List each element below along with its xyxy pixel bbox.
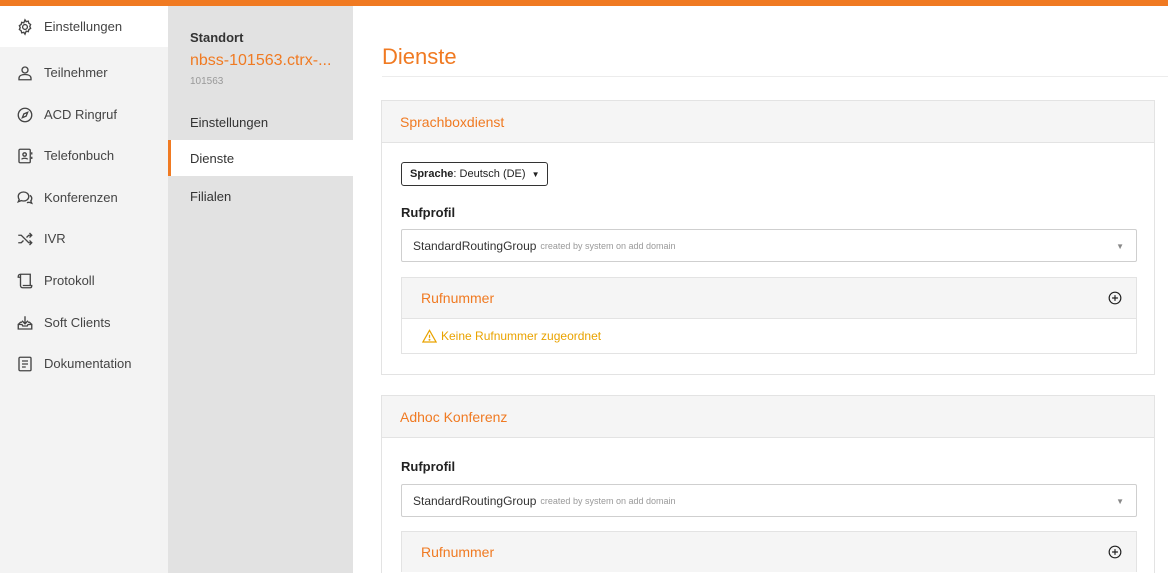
rufprofil-meta: created by system on add domain xyxy=(540,495,676,506)
nav-item-acd-ringruf[interactable]: ACD Ringruf xyxy=(0,94,168,135)
location-menu-einstellungen[interactable]: Einstellungen xyxy=(168,104,353,140)
nav-item-label: Telefonbuch xyxy=(44,148,115,163)
panel-title: Sprachboxdienst xyxy=(382,101,1154,143)
no-number-warning: Keine Rufnummer zugeordnet xyxy=(441,329,602,343)
nav-item-soft-clients[interactable]: Soft Clients xyxy=(0,302,168,343)
nav-item-label: Dokumentation xyxy=(44,356,132,371)
add-circle-icon[interactable] xyxy=(1106,543,1124,561)
page-title: Dienste xyxy=(382,44,457,69)
location-sidebar: Standort nbss-101563.ctrx-... 101563 Ein… xyxy=(168,6,353,573)
chat-bubbles-icon xyxy=(14,187,36,209)
shuffle-icon xyxy=(14,228,36,250)
nav-item-teilnehmer[interactable]: Teilnehmer xyxy=(0,52,168,93)
rufnummer-title: Rufnummer xyxy=(421,290,495,306)
language-value: : Deutsch (DE) xyxy=(453,168,526,180)
nav-item-ivr[interactable]: IVR xyxy=(0,218,168,259)
nav-item-dokumentation[interactable]: Dokumentation xyxy=(0,343,168,384)
chevron-down-icon: ▼ xyxy=(1116,242,1124,251)
title-divider xyxy=(382,76,1168,77)
add-circle-icon[interactable] xyxy=(1106,289,1124,307)
rufprofil-value: StandardRoutingGroup xyxy=(413,493,537,508)
rufnummer-title: Rufnummer xyxy=(421,544,495,560)
contact-book-icon xyxy=(14,145,36,167)
rufnummer-empty-state: Keine Rufnummer zugeordnet xyxy=(402,318,1136,353)
nav-item-konferenzen[interactable]: Konferenzen xyxy=(0,177,168,218)
location-id: 101563 xyxy=(190,76,224,87)
download-tray-icon xyxy=(14,312,36,334)
rufnummer-subpanel: Rufnummer Keine Rufnummer zugeordnet xyxy=(401,277,1137,354)
main-content: Dienste Sprachboxdienst Sprache : Deutsc… xyxy=(353,6,1168,573)
rufprofil-label: Rufprofil xyxy=(401,459,456,474)
caret-down-icon: ▼ xyxy=(531,169,540,179)
nav-item-einstellungen[interactable]: Einstellungen xyxy=(0,6,168,47)
nav-item-label: Soft Clients xyxy=(44,315,111,330)
nav-item-label: IVR xyxy=(44,231,66,246)
scroll-icon xyxy=(14,270,36,292)
panel-title: Adhoc Konferenz xyxy=(382,396,1154,438)
nav-item-label: Protokoll xyxy=(44,273,95,288)
rufprofil-label: Rufprofil xyxy=(401,205,456,220)
user-icon xyxy=(14,62,36,84)
rufprofil-select[interactable]: StandardRoutingGroup created by system o… xyxy=(401,484,1137,517)
location-menu-dienste[interactable]: Dienste xyxy=(168,140,353,176)
rufprofil-meta: created by system on add domain xyxy=(540,240,676,251)
rufnummer-subpanel: Rufnummer xyxy=(401,531,1137,572)
rufprofil-value: StandardRoutingGroup xyxy=(413,238,537,253)
warning-icon xyxy=(422,329,437,343)
nav-item-label: Konferenzen xyxy=(44,190,118,205)
chevron-down-icon: ▼ xyxy=(1116,497,1124,506)
rufnummer-header: Rufnummer xyxy=(402,532,1136,572)
rufprofil-select[interactable]: StandardRoutingGroup created by system o… xyxy=(401,229,1137,262)
nav-item-label: ACD Ringruf xyxy=(44,107,117,122)
location-name: nbss-101563.ctrx-... xyxy=(190,52,332,69)
adhoc-panel: Adhoc Konferenz Rufprofil StandardRoutin… xyxy=(381,395,1155,573)
location-label: Standort xyxy=(190,30,244,45)
nav-item-protokoll[interactable]: Protokoll xyxy=(0,260,168,301)
sprachbox-panel: Sprachboxdienst Sprache : Deutsch (DE) ▼… xyxy=(381,100,1155,375)
main-sidebar: Einstellungen Teilnehmer ACD Ringruf Tel… xyxy=(0,6,168,573)
compass-icon xyxy=(14,104,36,126)
nav-item-telefonbuch[interactable]: Telefonbuch xyxy=(0,135,168,176)
gear-icon xyxy=(14,16,36,38)
language-key: Sprache xyxy=(410,168,454,180)
document-icon xyxy=(14,353,36,375)
nav-item-label: Teilnehmer xyxy=(44,65,108,80)
rufnummer-header: Rufnummer xyxy=(402,278,1136,318)
location-menu-filialen[interactable]: Filialen xyxy=(168,178,353,214)
nav-item-label: Einstellungen xyxy=(44,19,123,34)
language-dropdown[interactable]: Sprache : Deutsch (DE) ▼ xyxy=(401,162,549,186)
